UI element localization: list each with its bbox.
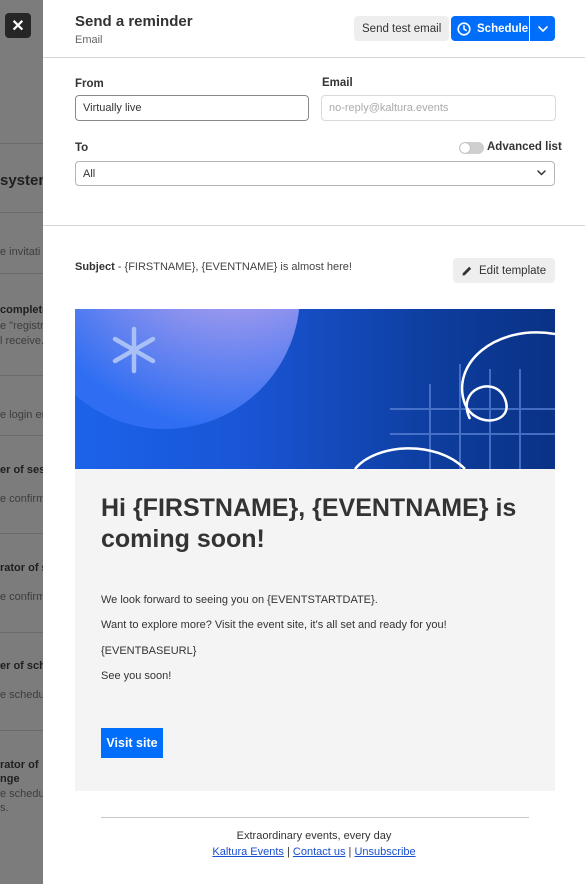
email-preview-body: Hi {FIRSTNAME}, {EVENTNAME} is coming so…: [75, 469, 555, 791]
bg-text: rator of: [0, 759, 39, 771]
footer-separator: |: [283, 846, 293, 858]
to-label: To: [75, 142, 89, 154]
bg-divider: [0, 273, 44, 274]
edit-template-button[interactable]: Edit template: [453, 258, 555, 283]
send-test-email-label: Send test email: [362, 22, 442, 35]
send-test-email-button[interactable]: Send test email: [354, 16, 450, 41]
unsubscribe-link[interactable]: Unsubscribe: [354, 846, 415, 858]
email-paragraph: {EVENTBASEURL}: [101, 645, 197, 657]
bg-divider: [0, 212, 44, 213]
email-paragraph: See you soon!: [101, 670, 172, 682]
email-paragraph: We look forward to seeing you on {EVENTS…: [101, 594, 378, 606]
advanced-list-label: Advanced list: [487, 141, 562, 153]
bg-text: complete: [0, 304, 44, 316]
advanced-list-toggle[interactable]: [459, 142, 484, 154]
bg-text: er of sess: [0, 464, 44, 476]
drawer-header: Send a reminder Email Send test email Sc…: [43, 0, 585, 58]
bg-divider: [0, 730, 44, 731]
footer-divider: [101, 817, 529, 818]
clock-icon: [457, 21, 471, 36]
edit-template-label: Edit template: [479, 264, 547, 277]
to-value: All: [83, 167, 96, 180]
bg-text: e login en: [0, 409, 44, 421]
subject-line: Subject - {FIRSTNAME}, {EVENTNAME} is al…: [75, 261, 352, 273]
banner-artwork: [75, 309, 555, 469]
email-heading: Hi {FIRSTNAME}, {EVENTNAME} is coming so…: [101, 494, 517, 553]
bg-text: e invitati: [0, 246, 41, 258]
email-label: Email: [322, 77, 353, 89]
from-label: From: [75, 78, 104, 90]
to-select[interactable]: All: [75, 161, 555, 186]
contact-us-link[interactable]: Contact us: [293, 846, 346, 858]
drawer-subtitle: Email: [75, 34, 103, 46]
bg-text: s.: [0, 802, 9, 814]
chevron-down-icon: [537, 170, 546, 176]
bg-text: nge: [0, 773, 20, 785]
chevron-down-icon: [537, 25, 548, 32]
section-divider: [43, 225, 585, 226]
schedule-options-button[interactable]: [530, 16, 555, 41]
schedule-label: Schedule: [477, 22, 529, 35]
close-button[interactable]: ✕: [5, 13, 31, 38]
email-paragraph: Want to explore more? Visit the event si…: [101, 619, 447, 631]
visit-site-label: Visit site: [106, 736, 158, 750]
bg-divider: [0, 143, 44, 144]
subject-separator: -: [114, 261, 125, 273]
footer-tagline: Extraordinary events, every day: [236, 830, 392, 842]
email-banner-image: [75, 309, 555, 469]
from-value: Virtually live: [83, 102, 142, 114]
visit-site-button[interactable]: Visit site: [101, 728, 163, 758]
bg-divider: [0, 533, 44, 534]
bg-text: er of sche: [0, 660, 44, 672]
bg-text: e schedu: [0, 788, 44, 800]
kaltura-events-link[interactable]: Kaltura Events: [212, 846, 284, 858]
reminder-drawer: Send a reminder Email Send test email Sc…: [43, 0, 585, 884]
pencil-icon: [462, 266, 472, 275]
bg-text: l receive.: [0, 335, 44, 347]
bg-text: system: [0, 172, 44, 189]
subject-label: Subject: [75, 261, 115, 273]
footer-links: Kaltura Events | Contact us | Unsubscrib…: [43, 846, 585, 858]
subject-value: {FIRSTNAME}, {EVENTNAME} is almost here!: [124, 261, 352, 273]
email-input[interactable]: no-reply@kaltura.events: [321, 95, 556, 121]
bg-divider: [0, 435, 44, 436]
bg-text: e confirm: [0, 493, 44, 505]
from-input[interactable]: Virtually live: [75, 95, 309, 121]
drawer-title: Send a reminder: [75, 13, 193, 30]
bg-text: rator of se: [0, 562, 44, 574]
email-placeholder: no-reply@kaltura.events: [329, 102, 449, 114]
bg-text: e schedu: [0, 689, 44, 701]
close-icon: ✕: [11, 17, 25, 35]
schedule-button[interactable]: Schedule: [451, 16, 529, 41]
bg-text: e "registr: [0, 320, 44, 332]
bg-divider: [0, 375, 44, 376]
bg-divider: [0, 632, 44, 633]
bg-text: e confirm: [0, 591, 44, 603]
